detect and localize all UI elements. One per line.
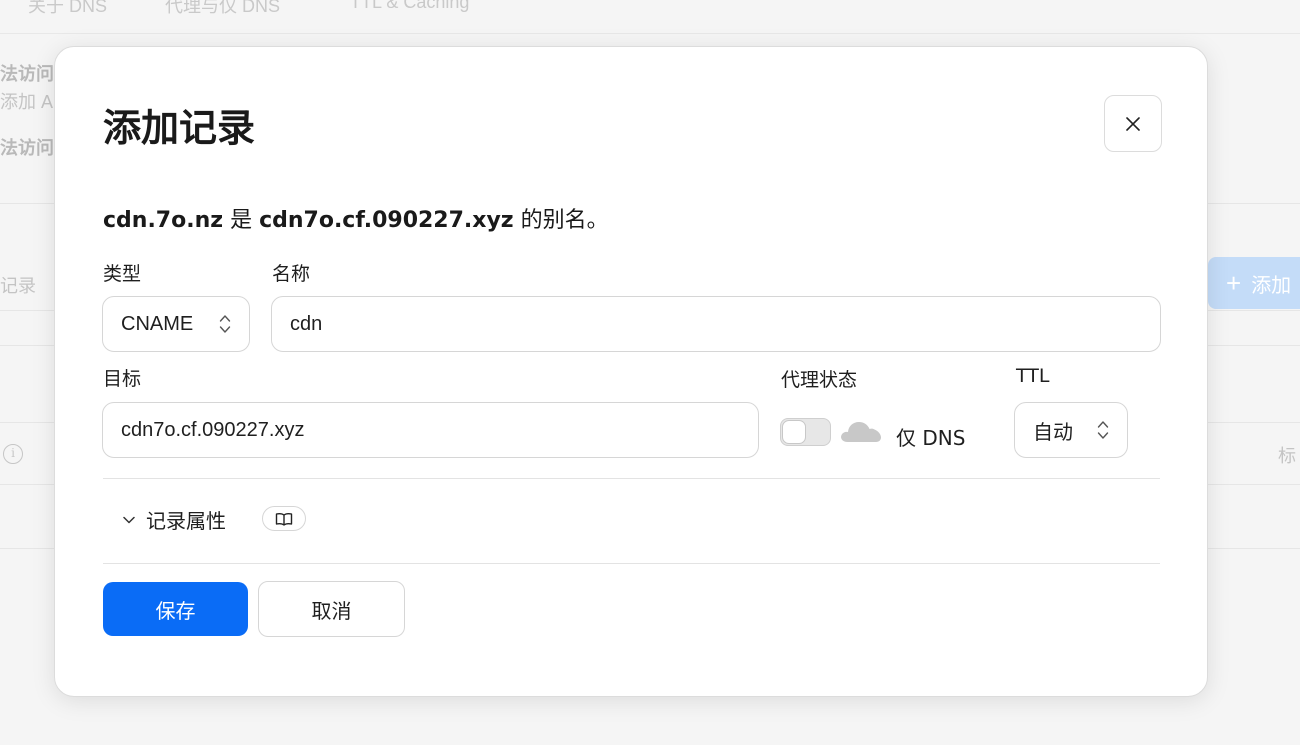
alias-target: cdn7o.cf.090227.xyz <box>259 208 514 233</box>
book-icon <box>275 512 293 526</box>
target-value: cdn7o.cf.090227.xyz <box>121 418 305 441</box>
proxy-toggle[interactable] <box>780 418 831 446</box>
ttl-label: TTL <box>1016 365 1050 387</box>
close-button[interactable] <box>1104 95 1162 152</box>
ttl-select[interactable]: 自动 <box>1014 402 1128 458</box>
alias-description: cdn.7o.nz 是 cdn7o.cf.090227.xyz 的别名。 <box>103 202 609 234</box>
proxy-status-text: 仅 DNS <box>896 426 966 450</box>
toggle-knob <box>782 420 806 444</box>
name-value: cdn <box>290 312 323 335</box>
background-add-label: 添加 <box>1251 274 1292 297</box>
proxy-status-label: 代理状态 <box>781 369 858 391</box>
alias-suffix: 的别名。 <box>520 208 609 233</box>
chevron-up-down-icon <box>219 315 231 333</box>
cancel-button[interactable]: 取消 <box>258 581 405 637</box>
name-input[interactable]: cdn <box>271 296 1161 352</box>
type-value: CNAME <box>121 312 194 335</box>
background-search-input[interactable]: 记录 <box>0 272 36 298</box>
name-label: 名称 <box>272 263 311 285</box>
background-add-record-button[interactable]: + 添加 <box>1208 257 1300 309</box>
alias-name: cdn.7o.nz <box>103 208 224 233</box>
tab-about-dns[interactable]: 关于 DNS <box>28 0 107 18</box>
tab-ttl-caching[interactable]: TTL & Caching <box>350 0 469 13</box>
add-record-dialog: 添加记录 cdn.7o.nz 是 cdn7o.cf.090227.xyz 的别名… <box>54 46 1208 697</box>
record-attributes-label: 记录属性 <box>146 511 226 533</box>
chevron-down-icon <box>123 516 135 523</box>
record-attributes-toggle[interactable]: 记录属性 <box>122 505 226 534</box>
section-divider <box>103 478 1160 479</box>
save-button[interactable]: 保存 <box>103 582 248 636</box>
chevron-up-down-icon <box>1097 421 1109 439</box>
background-notice-title-2: 法访问 <box>0 138 54 158</box>
type-select[interactable]: CNAME <box>102 296 250 352</box>
cloud-icon <box>841 422 881 442</box>
info-icon[interactable]: i <box>3 444 23 464</box>
plus-icon: + <box>1226 268 1242 298</box>
section-divider <box>103 563 1160 564</box>
tab-proxy-vs-dns-only[interactable]: 代理与仅 DNS <box>165 0 280 18</box>
type-label: 类型 <box>103 263 142 285</box>
background-table-header-tag: 标 <box>1278 446 1296 466</box>
close-icon <box>1126 116 1140 131</box>
background-tab-bar: 关于 DNS 代理与仅 DNS TTL & Caching <box>0 0 1300 34</box>
ttl-value: 自动 <box>1033 421 1073 444</box>
background-notice-title: 法访问 <box>0 64 54 84</box>
target-label: 目标 <box>103 368 142 390</box>
target-input[interactable]: cdn7o.cf.090227.xyz <box>102 402 759 458</box>
documentation-link[interactable] <box>262 506 306 531</box>
alias-verb: 是 <box>230 208 253 233</box>
dialog-title: 添加记录 <box>103 106 256 150</box>
